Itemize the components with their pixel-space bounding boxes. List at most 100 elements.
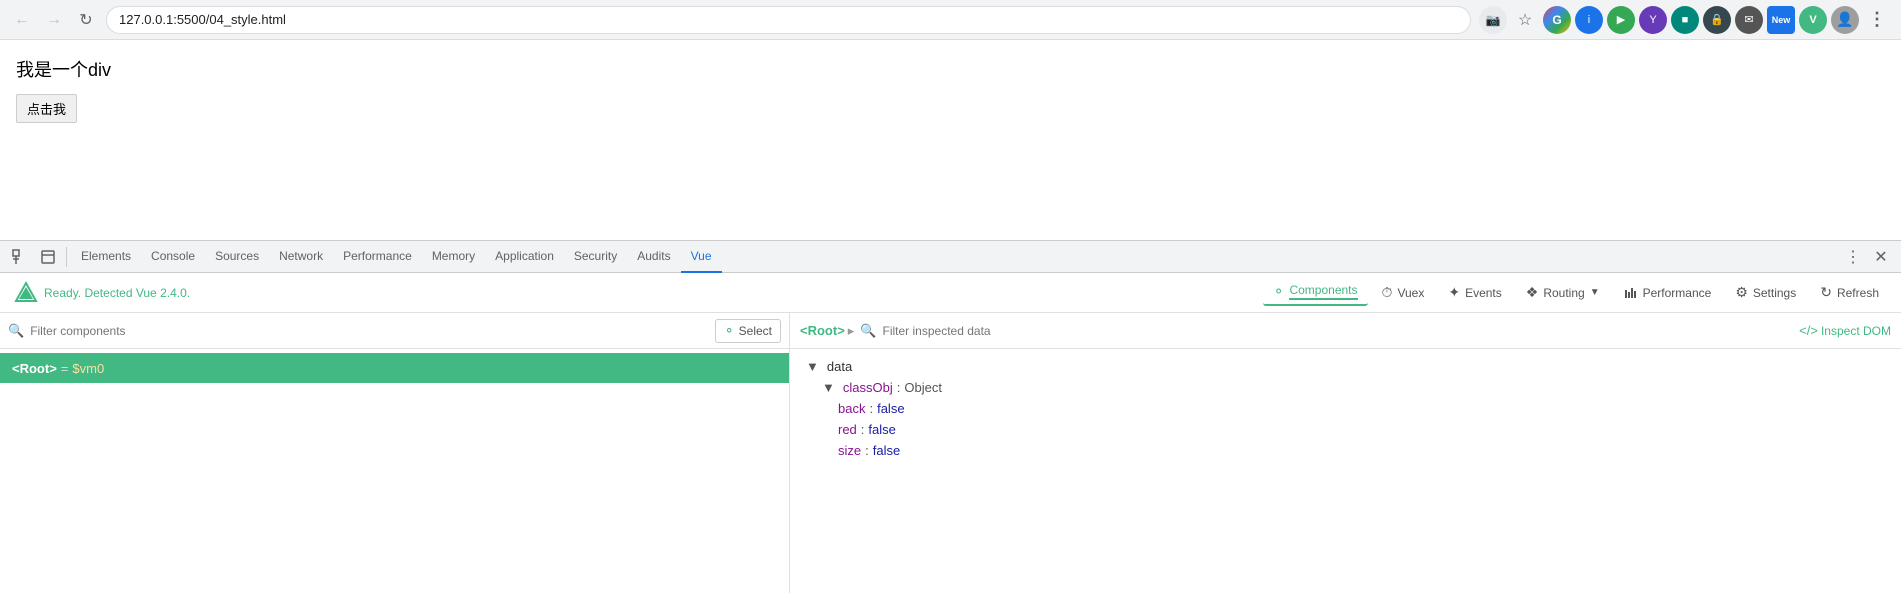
ext-blue-icon[interactable]: i: [1575, 6, 1603, 34]
ext-shield-icon[interactable]: ▶: [1607, 6, 1635, 34]
vue-logo: [12, 279, 40, 307]
data-expand-row[interactable]: ▼ data: [806, 359, 1885, 374]
component-tree: <Root> = $vm0: [0, 349, 789, 593]
tab-divider: [66, 247, 67, 267]
filter-components-input[interactable]: [30, 324, 709, 338]
vue-logo-svg: [12, 279, 40, 307]
page-content: 我是一个div 点击我: [0, 40, 1901, 240]
vuex-label: Vuex: [1397, 286, 1424, 300]
size-row: size : false: [806, 441, 1885, 460]
routing-icon: ❖: [1526, 284, 1539, 301]
filter-search-icon: 🔍: [860, 323, 876, 339]
classobj-row[interactable]: ▼ classObj : Object: [806, 378, 1885, 397]
ext-mail-icon[interactable]: ✉: [1735, 6, 1763, 34]
select-component-button[interactable]: ⚬ Select: [715, 319, 781, 343]
tab-audits[interactable]: Audits: [627, 241, 680, 273]
more-tabs-button[interactable]: ⋮: [1839, 243, 1867, 271]
vue-nav-events[interactable]: ✦ Events: [1438, 280, 1511, 305]
inspect-dom-button[interactable]: </> Inspect DOM: [1799, 323, 1891, 338]
devtools-close-button[interactable]: ✕: [1867, 243, 1895, 271]
vue-right-header: <Root> ▸ 🔍 </> Inspect DOM: [790, 313, 1901, 349]
refresh-icon: ↻: [1820, 284, 1832, 301]
classobj-colon: :: [897, 380, 901, 395]
browser-extension-icons: 📷 ☆ G i ▶ Y ■ 🔒 ✉ New V 👤 ⋮: [1479, 6, 1891, 34]
data-section: ▼ data ▼ classObj : Object back : fa: [806, 359, 1885, 460]
vue-filter-bar: 🔍 ⚬ Select: [0, 313, 789, 349]
vue-right-panel: <Root> ▸ 🔍 </> Inspect DOM ▼ data: [790, 313, 1901, 593]
browser-toolbar: ← → ↻ 📷 ☆ G i ▶ Y ■ 🔒 ✉ New V 👤 ⋮: [0, 0, 1901, 40]
tree-tag: <Root>: [12, 361, 57, 376]
inspect-element-button[interactable]: [6, 243, 34, 271]
tab-sources[interactable]: Sources: [205, 241, 269, 273]
address-bar[interactable]: [106, 6, 1471, 34]
inspect-dom-label: Inspect DOM: [1821, 324, 1891, 338]
vue-nav-settings[interactable]: ⚙ Settings: [1725, 280, 1806, 305]
data-label: data: [827, 359, 852, 374]
ext-teal-icon[interactable]: ■: [1671, 6, 1699, 34]
extension-icon-1[interactable]: 📷: [1479, 6, 1507, 34]
vue-left-panel: 🔍 ⚬ Select <Root> = $vm0: [0, 313, 790, 593]
tab-memory[interactable]: Memory: [422, 241, 485, 273]
vue-status-text: Ready. Detected Vue 2.4.0.: [44, 286, 190, 300]
breadcrumb-arrow: ▸: [848, 323, 855, 339]
refresh-label: Refresh: [1837, 286, 1879, 300]
user-avatar-icon[interactable]: 👤: [1831, 6, 1859, 34]
back-value: false: [877, 401, 904, 416]
dock-icon: [40, 249, 56, 265]
events-label: Events: [1465, 286, 1502, 300]
tab-vue[interactable]: Vue: [681, 241, 722, 273]
tab-security[interactable]: Security: [564, 241, 627, 273]
page-div-text: 我是一个div: [16, 56, 1885, 82]
bookmark-icon[interactable]: ☆: [1511, 6, 1539, 34]
tab-elements[interactable]: Elements: [71, 241, 141, 273]
more-options-icon[interactable]: ⋮: [1863, 6, 1891, 34]
classobj-key: classObj: [843, 380, 893, 395]
vue-devtools: Ready. Detected Vue 2.4.0. ⚬ Components …: [0, 273, 1901, 593]
ext-violet-icon[interactable]: Y: [1639, 6, 1667, 34]
breadcrumb: <Root> ▸: [800, 323, 854, 339]
vue-nav-components[interactable]: ⚬ Components: [1263, 279, 1368, 306]
back-colon: :: [869, 401, 873, 416]
tree-assign: =: [61, 361, 69, 376]
tree-var: $vm0: [72, 361, 104, 376]
events-icon: ✦: [1448, 284, 1460, 301]
red-value: false: [868, 422, 895, 437]
reload-button[interactable]: ↻: [74, 8, 98, 32]
ext-dark-icon[interactable]: 🔒: [1703, 6, 1731, 34]
tab-performance[interactable]: Performance: [333, 241, 422, 273]
tree-item-root[interactable]: <Root> = $vm0: [0, 353, 789, 383]
routing-label: Routing: [1543, 286, 1584, 300]
cursor-icon: [12, 249, 28, 265]
select-label: Select: [739, 324, 772, 338]
settings-label: Settings: [1753, 286, 1796, 300]
back-button[interactable]: ←: [10, 8, 34, 32]
classobj-type: Object: [904, 380, 942, 395]
select-icon: ⚬: [724, 323, 735, 339]
breadcrumb-tag: <Root>: [800, 323, 845, 338]
forward-button[interactable]: →: [42, 8, 66, 32]
performance-label: Performance: [1643, 286, 1712, 300]
settings-icon: ⚙: [1735, 284, 1748, 301]
data-inspector: ▼ data ▼ classObj : Object back : fa: [790, 349, 1901, 593]
vue-nav-performance[interactable]: Performance: [1614, 282, 1722, 304]
expand-arrow: ▼: [806, 359, 819, 374]
red-row: red : false: [806, 420, 1885, 439]
ext-vue-icon[interactable]: V: [1799, 6, 1827, 34]
ext-google-icon[interactable]: G: [1543, 6, 1571, 34]
tab-console[interactable]: Console: [141, 241, 205, 273]
size-value: false: [873, 443, 900, 458]
vue-content-area: 🔍 ⚬ Select <Root> = $vm0: [0, 313, 1901, 593]
ext-new-icon[interactable]: New: [1767, 6, 1795, 34]
size-key: size: [838, 443, 861, 458]
page-click-button[interactable]: 点击我: [16, 94, 77, 123]
vue-header: Ready. Detected Vue 2.4.0. ⚬ Components …: [0, 273, 1901, 313]
tab-network[interactable]: Network: [269, 241, 333, 273]
filter-inspected-data-input[interactable]: [883, 324, 1794, 338]
tab-application[interactable]: Application: [485, 241, 564, 273]
vue-nav-routing[interactable]: ❖ Routing ▼: [1516, 280, 1610, 305]
search-icon: 🔍: [8, 323, 24, 339]
vue-nav-refresh[interactable]: ↻ Refresh: [1810, 280, 1889, 305]
vue-nav-vuex[interactable]: ⏱ Vuex: [1372, 280, 1435, 305]
performance-icon: [1624, 286, 1638, 300]
dock-button[interactable]: [34, 243, 62, 271]
